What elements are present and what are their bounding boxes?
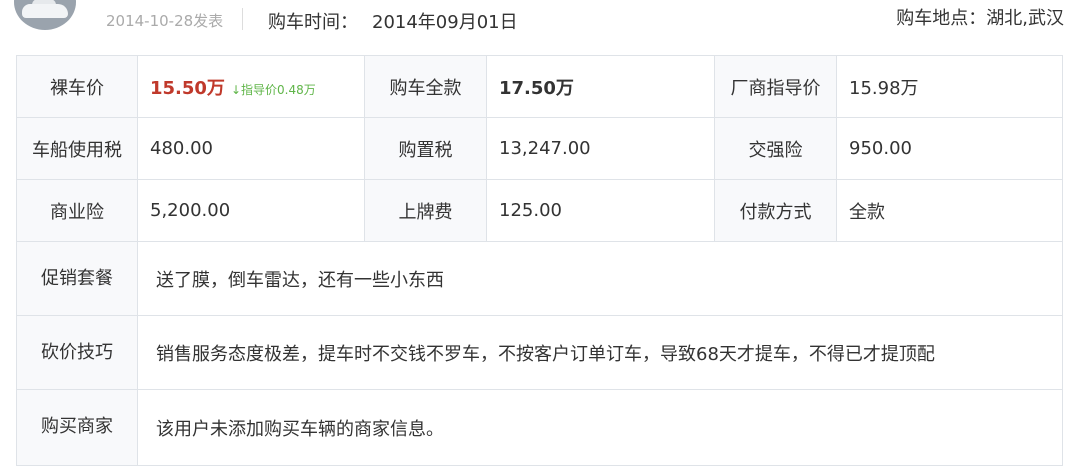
buy-place: 购车地点：湖北,武汉 (896, 8, 1064, 29)
commercial-insurance-label: 商业险 (16, 179, 138, 242)
msrp-value: 15.98万 (836, 55, 1063, 118)
bargain-value: 销售服务态度极差，提车时不交钱不罗车，不按客户订单订车，导致68天才提车，不得已… (137, 315, 1063, 390)
post-header: 2014-10-28发表 购车时间： 2014年09月01日 购车地点：湖北,武… (0, 0, 1080, 48)
full-price-value: 17.50万 (486, 55, 715, 118)
vessel-tax-label: 车船使用税 (16, 117, 138, 180)
plate-fee-value: 125.00 (486, 179, 715, 242)
car-thumbnail-body (22, 4, 68, 18)
guide-price-hint: ↓指导价0.48万 (231, 83, 316, 97)
user-avatar[interactable] (14, 0, 76, 30)
table-row: 车船使用税 480.00 购置税 13,247.00 交强险 950.00 (16, 117, 1063, 180)
header-divider (242, 8, 243, 30)
full-price-label: 购车全款 (364, 55, 487, 118)
payment-method-value: 全款 (836, 179, 1063, 242)
table-row: 商业险 5,200.00 上牌费 125.00 付款方式 全款 (16, 179, 1063, 242)
msrp-label: 厂商指导价 (714, 55, 837, 118)
table-row: 裸车价 15.50万 ↓指导价0.48万 购车全款 17.50万 厂商指导价 15… (16, 55, 1063, 118)
payment-method-label: 付款方式 (714, 179, 837, 242)
naked-price-label: 裸车价 (16, 55, 138, 118)
down-arrow-icon: ↓ (230, 82, 241, 97)
buy-time-value: 2014年09月01日 (372, 12, 518, 33)
compulsory-insurance-value: 950.00 (836, 117, 1063, 180)
compulsory-insurance-label: 交强险 (714, 117, 837, 180)
purchase-info-table: 裸车价 15.50万 ↓指导价0.48万 购车全款 17.50万 厂商指导价 15… (16, 55, 1063, 466)
naked-price-cell: 15.50万 ↓指导价0.48万 (137, 55, 365, 118)
table-row: 促销套餐 送了膜，倒车雷达，还有一些小东西 (16, 241, 1063, 316)
purchase-tax-label: 购置税 (364, 117, 487, 180)
vessel-tax-value: 480.00 (137, 117, 365, 180)
plate-fee-label: 上牌费 (364, 179, 487, 242)
commercial-insurance-value: 5,200.00 (137, 179, 365, 242)
guide-price-hint-text: 指导价0.48万 (241, 82, 316, 97)
naked-price-value: 15.50万 (150, 77, 225, 99)
dealer-label: 购买商家 (16, 389, 138, 466)
buy-time-label: 购车时间： (268, 12, 358, 33)
promo-value: 送了膜，倒车雷达，还有一些小东西 (137, 241, 1063, 316)
purchase-tax-value: 13,247.00 (486, 117, 715, 180)
promo-label: 促销套餐 (16, 241, 138, 316)
dealer-value: 该用户未添加购买车辆的商家信息。 (137, 389, 1063, 466)
table-row: 砍价技巧 销售服务态度极差，提车时不交钱不罗车，不按客户订单订车，导致68天才提… (16, 315, 1063, 390)
post-date: 2014-10-28发表 (106, 12, 224, 30)
bargain-label: 砍价技巧 (16, 315, 138, 390)
table-row: 购买商家 该用户未添加购买车辆的商家信息。 (16, 389, 1063, 466)
